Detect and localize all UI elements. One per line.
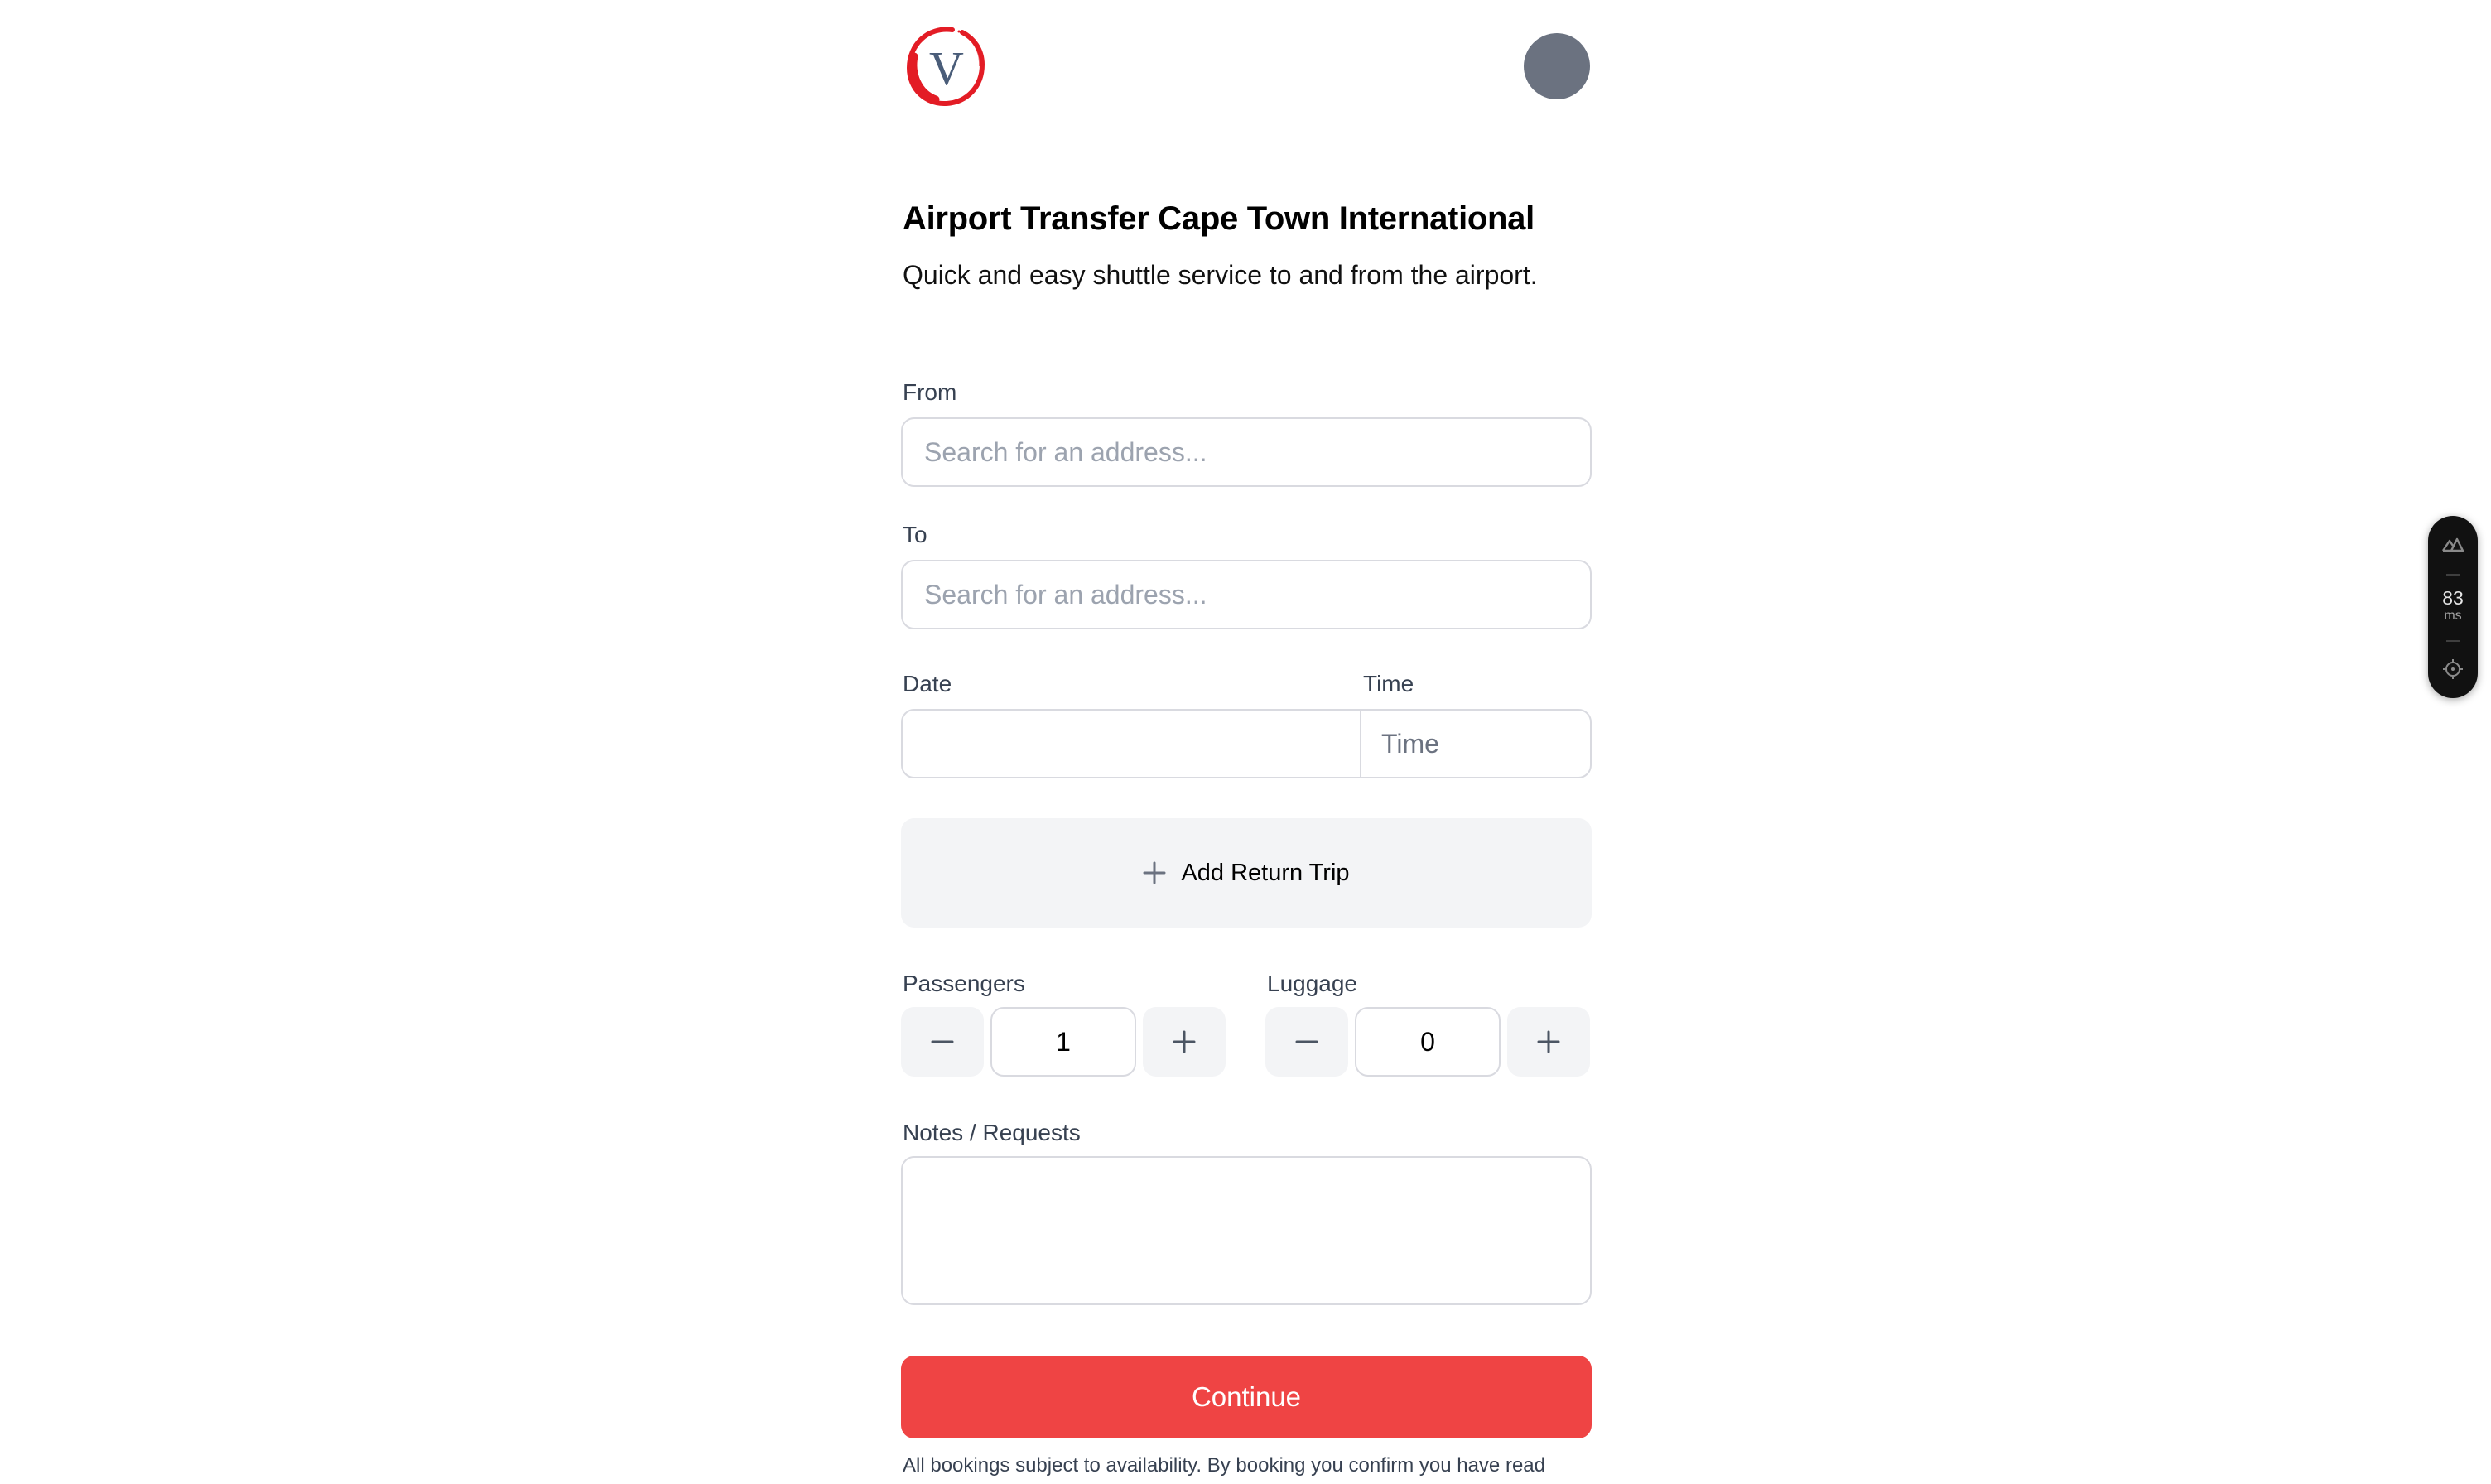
minus-icon xyxy=(931,1040,954,1043)
plus-icon xyxy=(1173,1030,1196,1053)
date-label: Date xyxy=(903,671,952,696)
inspect-target-icon[interactable] xyxy=(2442,658,2464,680)
luggage-decrement-button[interactable] xyxy=(1265,1007,1348,1077)
render-time-value: 83 xyxy=(2442,587,2464,609)
to-label: To xyxy=(903,522,928,547)
continue-button[interactable]: Continue xyxy=(901,1356,1592,1438)
time-field xyxy=(1361,711,1590,777)
passengers-increment-button[interactable] xyxy=(1143,1007,1226,1077)
time-label: Time xyxy=(1363,671,1414,696)
add-return-trip-button[interactable]: Add Return Trip xyxy=(901,818,1592,928)
add-return-trip-label: Add Return Trip xyxy=(1181,859,1350,886)
brand-logo-icon: V xyxy=(906,26,985,107)
plus-icon xyxy=(1143,861,1166,884)
luggage-label: Luggage xyxy=(1267,971,1358,996)
devtools-widget[interactable]: 83 ms xyxy=(2428,516,2478,698)
logo-letter: V xyxy=(929,41,964,95)
from-address-input[interactable] xyxy=(903,419,1590,485)
notes-field-wrapper xyxy=(901,1156,1592,1305)
user-avatar[interactable] xyxy=(1524,33,1590,99)
luggage-increment-button[interactable] xyxy=(1507,1007,1590,1077)
date-input[interactable] xyxy=(903,711,1360,777)
render-time-unit: ms xyxy=(2444,609,2462,623)
booking-terms-text: All bookings subject to availability. By… xyxy=(903,1454,1545,1477)
luggage-count-input[interactable]: 0 xyxy=(1355,1007,1501,1077)
page-title: Airport Transfer Cape Town International xyxy=(903,200,1535,237)
brand-logo[interactable]: V xyxy=(903,23,989,109)
to-address-input[interactable] xyxy=(903,561,1590,628)
passengers-label: Passengers xyxy=(903,971,1025,996)
widget-divider xyxy=(2446,574,2460,576)
time-input[interactable] xyxy=(1361,711,1590,777)
plus-icon xyxy=(1537,1030,1560,1053)
to-field-wrapper xyxy=(901,560,1592,629)
passengers-decrement-button[interactable] xyxy=(901,1007,984,1077)
from-label: From xyxy=(903,379,957,405)
widget-divider xyxy=(2446,640,2460,642)
page-subtitle: Quick and easy shuttle service to and fr… xyxy=(903,260,1538,290)
notes-label: Notes / Requests xyxy=(903,1120,1081,1145)
passengers-count-input[interactable]: 1 xyxy=(990,1007,1136,1077)
nuxt-logo-icon xyxy=(2442,537,2464,552)
date-time-group xyxy=(901,709,1592,778)
from-field-wrapper xyxy=(901,417,1592,487)
notes-textarea[interactable] xyxy=(903,1158,1590,1303)
date-field xyxy=(903,711,1361,777)
minus-icon xyxy=(1295,1040,1318,1043)
